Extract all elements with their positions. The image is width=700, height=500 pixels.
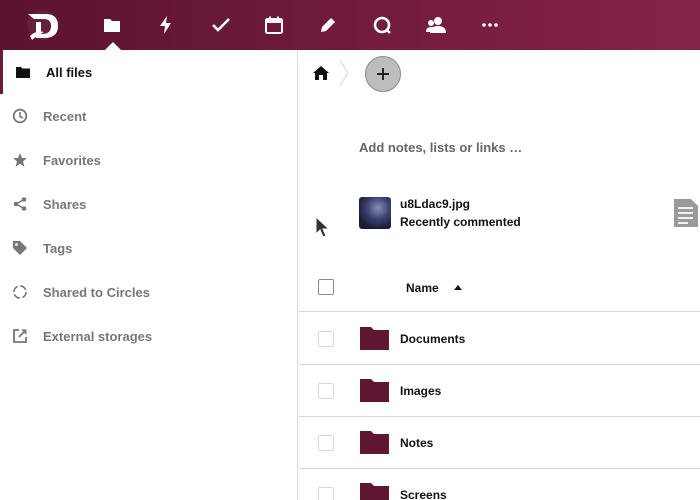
folder-icon [360, 327, 389, 350]
rich-workspace-placeholder[interactable]: Add notes, lists or links … [359, 140, 522, 155]
image-thumbnail [359, 197, 391, 229]
talk-icon [373, 16, 391, 34]
nav-notes[interactable] [315, 12, 341, 38]
table-row[interactable]: Screens [299, 469, 700, 500]
nav-activity[interactable] [153, 12, 179, 38]
nav-files[interactable] [99, 12, 125, 38]
tasks-check-icon [212, 18, 230, 32]
document-icon[interactable] [673, 198, 699, 228]
folder-icon [360, 431, 389, 454]
sidebar-item-label: Tags [43, 240, 73, 256]
share-icon [12, 196, 28, 212]
table-row[interactable]: Notes [299, 417, 700, 469]
app-logo[interactable] [22, 8, 62, 42]
files-main: Add notes, lists or links … u8Ldac9.jpg … [299, 50, 700, 500]
nav-contacts[interactable] [423, 12, 449, 38]
breadcrumb-separator [339, 59, 349, 87]
external-link-icon [12, 328, 28, 344]
sidebar-item-label: Recent [43, 108, 87, 124]
table-row[interactable]: Documents [299, 313, 700, 365]
folder-icon [360, 379, 389, 402]
calendar-icon [265, 16, 283, 34]
top-header [0, 0, 700, 50]
nav-talk[interactable] [369, 12, 395, 38]
sidebar-item-recent[interactable]: Recent [0, 94, 297, 138]
table-row[interactable]: Images [299, 365, 700, 417]
recent-file-subtitle: Recently commented [400, 215, 521, 229]
clock-icon [12, 108, 28, 124]
home-icon[interactable] [312, 64, 330, 82]
circles-icon [12, 284, 28, 300]
sidebar-item-label: Favorites [43, 152, 101, 168]
row-checkbox[interactable] [318, 435, 334, 451]
contacts-icon [426, 17, 446, 33]
mouse-cursor-icon [315, 216, 331, 238]
file-list-header: Name [299, 264, 700, 312]
sidebar-item-label: Shares [43, 196, 87, 212]
row-checkbox[interactable] [318, 383, 334, 399]
plus-icon [377, 68, 389, 80]
recent-comment-card[interactable]: u8Ldac9.jpg Recently commented [359, 197, 689, 231]
folder-icon [360, 483, 389, 500]
folder-icon [104, 19, 120, 32]
sidebar-item-tags[interactable]: Tags [0, 226, 297, 270]
nav-tasks[interactable] [208, 12, 234, 38]
sidebar-item-external-storages[interactable]: External storages [0, 314, 297, 358]
recent-file-name: u8Ldac9.jpg [400, 197, 471, 211]
file-name[interactable]: Images [400, 384, 441, 398]
activity-icon [160, 16, 171, 34]
sort-ascending-icon[interactable] [454, 285, 462, 290]
add-new-button[interactable] [365, 56, 401, 92]
sidebar-item-shared-to-circles[interactable]: Shared to Circles [0, 270, 297, 314]
nav-calendar[interactable] [261, 12, 287, 38]
more-icon [482, 23, 498, 27]
name-column-header[interactable]: Name [406, 281, 439, 295]
file-name[interactable]: Notes [400, 436, 433, 450]
notes-pencil-icon [321, 18, 335, 32]
file-name[interactable]: Documents [400, 332, 465, 346]
active-nav-indicator [105, 42, 121, 50]
sidebar-item-label: External storages [43, 328, 153, 344]
row-checkbox[interactable] [318, 487, 334, 500]
sidebar-item-shares[interactable]: Shares [0, 182, 297, 226]
sidebar-item-label: Shared to Circles [43, 284, 150, 300]
nav-more[interactable] [477, 12, 503, 38]
sidebar-item-favorites[interactable]: Favorites [0, 138, 297, 182]
tag-icon [12, 240, 28, 256]
star-icon [12, 152, 28, 168]
sidebar: All files Recent Favorites Shares Tags S… [0, 50, 298, 500]
sidebar-item-label: All files [46, 64, 93, 80]
row-checkbox[interactable] [318, 331, 334, 347]
file-name[interactable]: Screens [400, 488, 447, 500]
sidebar-item-all-files[interactable]: All files [0, 50, 297, 94]
select-all-checkbox[interactable] [318, 279, 334, 295]
folder-icon [15, 64, 31, 80]
